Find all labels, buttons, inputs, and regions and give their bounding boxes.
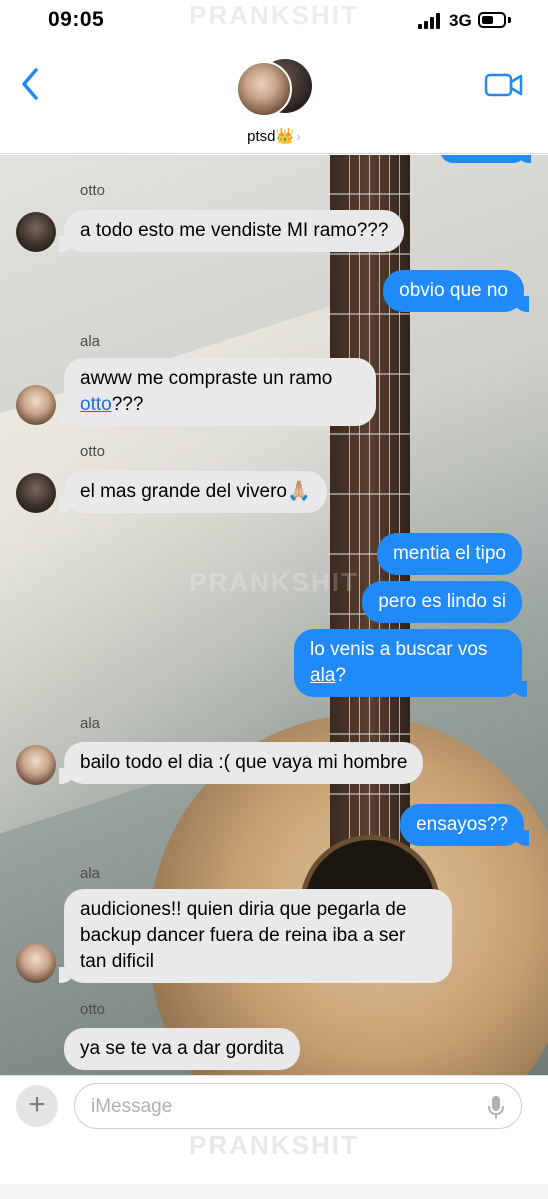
message-bubble-incoming[interactable]: bailo todo el dia :( que vaya mi hombre <box>58 742 424 784</box>
avatar <box>16 385 56 425</box>
message-bubble-outgoing[interactable] <box>440 155 531 163</box>
home-indicator-area <box>0 1184 548 1199</box>
battery-icon <box>478 12 506 28</box>
plus-icon[interactable]: + <box>16 1085 58 1127</box>
message-field[interactable] <box>74 1083 522 1129</box>
status-bar: PRANKSHIT 09:05 3G <box>0 0 548 44</box>
sender-name: ala <box>80 715 101 732</box>
message-bubble-incoming[interactable]: ya se te va a dar gordita <box>64 1028 300 1070</box>
signal-icon <box>418 13 442 29</box>
network-label: 3G <box>449 11 472 30</box>
battery-cap <box>508 17 511 23</box>
message-text: ??? <box>111 394 144 415</box>
message-text: lo venis a buscar vos <box>310 639 488 660</box>
message-text: awww me compraste un ramo <box>80 368 333 389</box>
sender-name: ala <box>80 333 101 350</box>
mention-link[interactable]: ala <box>310 665 335 686</box>
background-guitar-neck <box>330 155 410 895</box>
watermark: PRANKSHIT <box>189 1130 359 1160</box>
message-bubble-outgoing[interactable]: ensayos?? <box>400 804 529 846</box>
message-bubble-incoming[interactable]: audiciones!! quien diria que pegarla de … <box>59 889 452 983</box>
microphone-icon[interactable] <box>487 1095 505 1121</box>
conversation-header: ptsd👑 › <box>0 44 548 154</box>
message-text: audiciones!! quien diria que pegarla de <box>80 899 407 920</box>
sender-name: otto <box>80 1001 106 1018</box>
chevron-right-icon: › <box>296 128 301 144</box>
avatar <box>16 473 56 513</box>
message-text: backup dancer fuera de reina iba a ser <box>80 925 406 946</box>
contact-name-label: ptsd👑 <box>247 128 295 145</box>
back-icon[interactable] <box>16 64 44 104</box>
message-bubble-outgoing[interactable]: obvio que no <box>383 270 529 312</box>
message-bubble-incoming[interactable]: el mas grande del vivero🙏🏼 <box>59 471 327 513</box>
message-text: tan dificil <box>80 951 154 972</box>
compose-bar: + PRANKSHIT <box>0 1075 548 1199</box>
avatar <box>16 943 56 983</box>
message-input[interactable] <box>91 1094 471 1120</box>
message-bubble-incoming[interactable]: a todo esto me vendiste MI ramo??? <box>58 210 405 252</box>
video-camera-icon[interactable] <box>484 72 524 98</box>
contact-name[interactable]: ptsd👑 › <box>0 127 548 145</box>
message-bubble-incoming[interactable]: awww me compraste un ramo otto??? <box>59 358 376 426</box>
status-time: 09:05 <box>48 8 105 31</box>
message-bubble-outgoing[interactable]: lo venis a buscar vos ala? <box>294 629 527 697</box>
avatar <box>16 212 56 252</box>
sender-name: otto <box>80 443 106 460</box>
sender-name: otto <box>80 182 106 199</box>
sender-name: ala <box>80 865 101 882</box>
mention-link[interactable]: otto <box>80 394 112 415</box>
avatar <box>236 61 292 117</box>
message-text: ? <box>335 665 346 686</box>
group-avatar[interactable] <box>236 59 316 119</box>
message-bubble-outgoing[interactable]: mentia el tipo <box>376 533 522 575</box>
message-list[interactable]: PRANKSHIT otto a todo esto me vendiste M… <box>0 155 548 1075</box>
message-bubble-outgoing[interactable]: pero es lindo si <box>362 581 522 623</box>
avatar <box>16 745 56 785</box>
